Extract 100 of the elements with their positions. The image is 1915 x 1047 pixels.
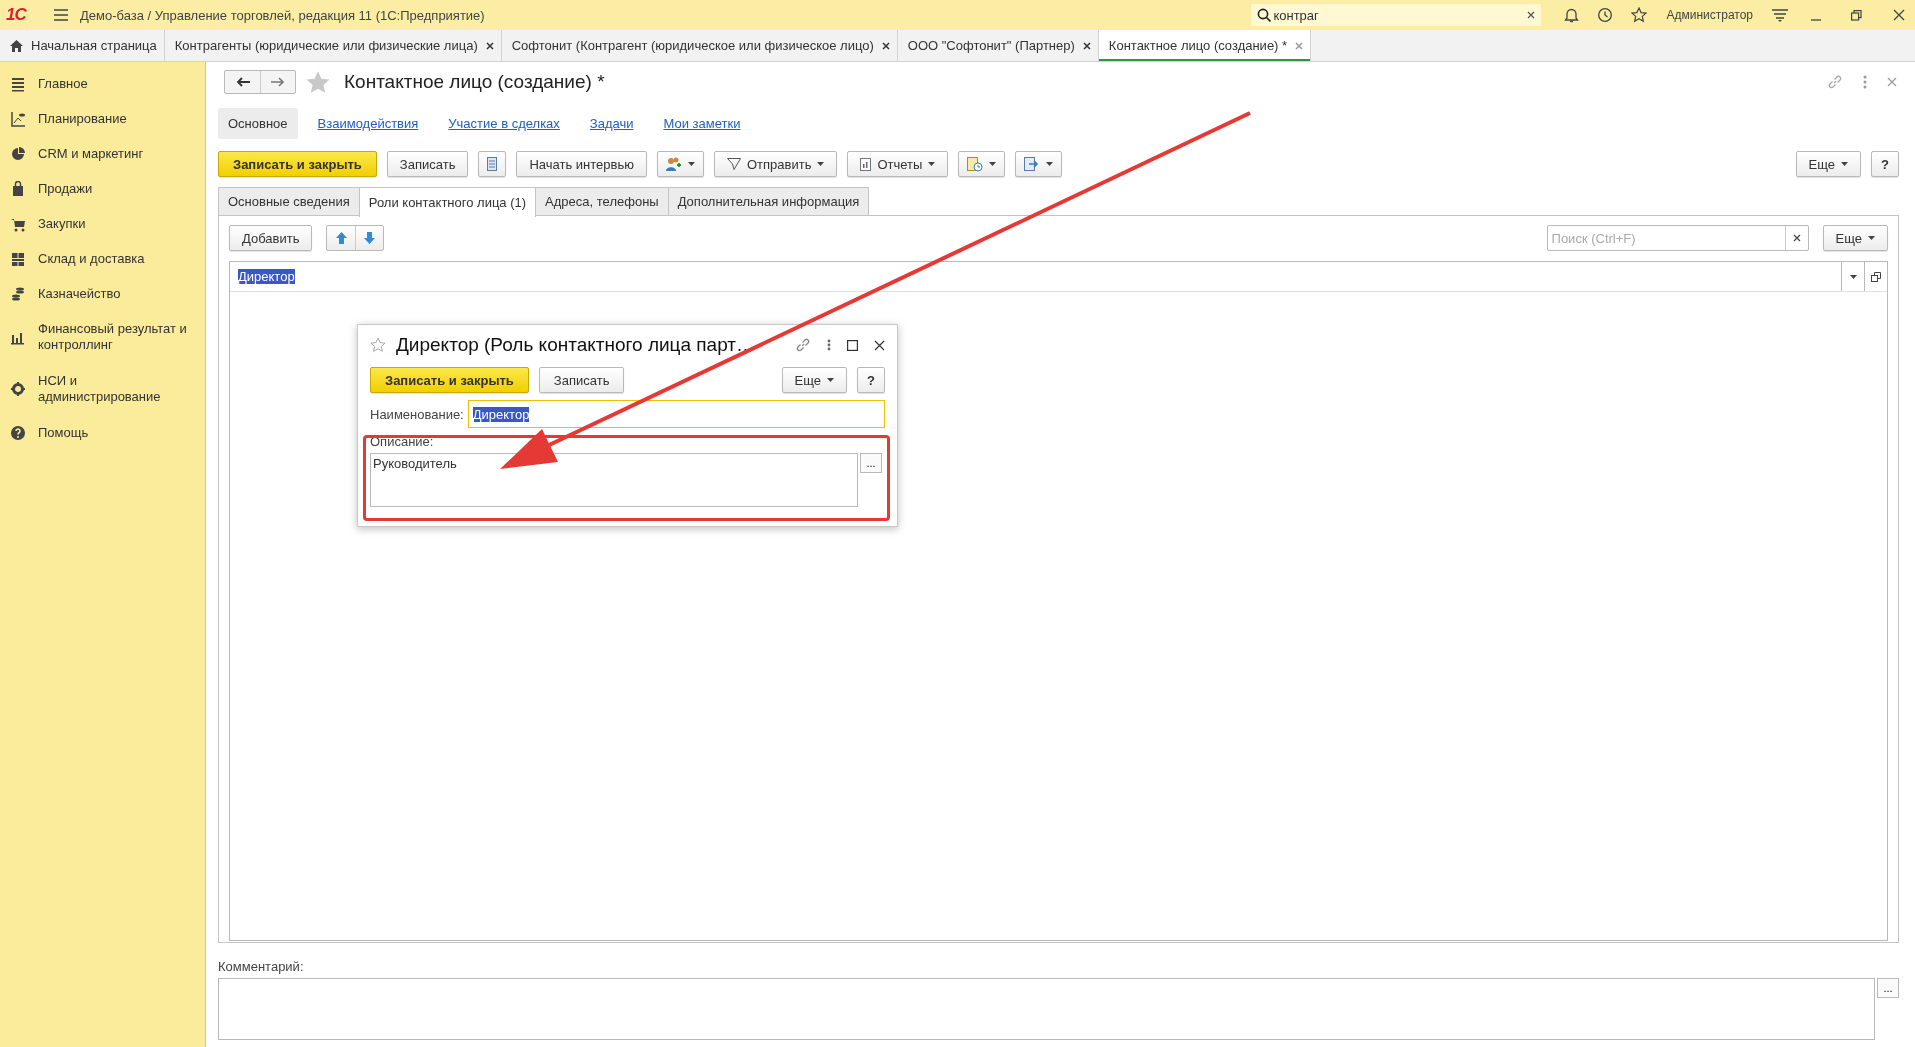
- star-icon[interactable]: [1631, 7, 1648, 23]
- more-icon[interactable]: [827, 339, 831, 351]
- close-icon[interactable]: [881, 41, 890, 50]
- maximize-icon[interactable]: [847, 339, 858, 351]
- form-tab[interactable]: Дополнительная информация: [667, 187, 870, 215]
- save-button[interactable]: Записать: [538, 367, 625, 393]
- link-icon[interactable]: [1827, 74, 1843, 90]
- caret-icon: [827, 378, 835, 382]
- restore-icon[interactable]: [1851, 9, 1862, 21]
- sidebar-item[interactable]: Планирование: [0, 101, 205, 136]
- toolbar-button[interactable]: Записать: [386, 151, 469, 177]
- window-title: Демо-база / Управление торговлей, редакция 11 (1С:Предприятие): [80, 7, 486, 23]
- ellipsis-button[interactable]: ...: [860, 453, 882, 473]
- name-label: Наименование:: [370, 406, 464, 422]
- caret-icon: [817, 162, 825, 166]
- menu-button[interactable]: Отправить: [713, 151, 838, 177]
- description-field[interactable]: Руководитель: [370, 453, 858, 507]
- more-button[interactable]: Еще: [1795, 151, 1862, 177]
- comment-field[interactable]: [218, 978, 1875, 1040]
- open-tab[interactable]: ООО "Софтонит" (Партнер): [897, 30, 1099, 61]
- open-tab[interactable]: Софтонит (Контрагент (юридическое или физическое лицо): [501, 30, 898, 61]
- sidebar-item[interactable]: Помощь: [0, 415, 205, 450]
- menu-icon: [12, 77, 24, 91]
- filter-menu-icon[interactable]: [1772, 8, 1788, 22]
- bell-icon[interactable]: [1564, 7, 1580, 23]
- nav-link[interactable]: Задачи: [579, 107, 644, 139]
- nav-link[interactable]: Участие в сделках: [438, 107, 570, 139]
- sidebar-item[interactable]: Склад и доставка: [0, 241, 205, 276]
- description-label: Описание:: [370, 434, 434, 449]
- table-cell[interactable]: Директор: [230, 262, 1841, 291]
- document-clock-icon: [967, 156, 984, 172]
- paper-plane-icon: [726, 158, 741, 170]
- caret-icon: [1841, 162, 1849, 166]
- coins-icon: [12, 286, 24, 301]
- list-button[interactable]: [478, 151, 507, 177]
- menu-icon[interactable]: [54, 9, 68, 21]
- search-icon: [1257, 8, 1272, 22]
- export-icon: [1024, 156, 1041, 172]
- caret-icon: [928, 162, 936, 166]
- save-and-close-button[interactable]: Записать и закрыть: [370, 367, 529, 393]
- search-field[interactable]: контраг: [1251, 4, 1542, 26]
- sidebar-item[interactable]: Продажи: [0, 171, 205, 206]
- ellipsis-button[interactable]: ...: [1877, 978, 1899, 998]
- form-tab[interactable]: Роли контактного лица (1): [358, 187, 537, 217]
- star-icon[interactable]: [306, 70, 330, 94]
- comment-label: Комментарий:: [218, 959, 304, 974]
- menu-button[interactable]: [958, 151, 1006, 177]
- save-and-close-button[interactable]: Записать и закрыть: [218, 151, 377, 177]
- name-field[interactable]: Директор: [467, 400, 885, 428]
- sidebar-item[interactable]: Финансовый результат и контроллинг: [0, 311, 205, 363]
- back-arrow-icon: [235, 77, 250, 87]
- up-arrow-icon: [335, 232, 347, 244]
- more-button[interactable]: Еще: [1822, 225, 1888, 251]
- nav-link[interactable]: Взаимодействия: [307, 107, 429, 139]
- open-tab[interactable]: Начальная страница: [0, 30, 165, 61]
- dialog-title: Директор (Роль контактного лица парт…: [396, 334, 757, 356]
- bar-chart-icon: [11, 333, 24, 345]
- menu-button[interactable]: [1015, 151, 1063, 177]
- toolbar-button[interactable]: Начать интервью: [516, 151, 647, 177]
- clear-icon[interactable]: [1527, 11, 1536, 19]
- caret-icon: [1849, 274, 1857, 279]
- more-button[interactable]: Еще: [781, 367, 848, 393]
- sidebar-item[interactable]: Главное: [0, 66, 205, 101]
- user-name[interactable]: Администратор: [1666, 8, 1753, 22]
- nav-link[interactable]: Основное: [218, 107, 298, 139]
- close-icon[interactable]: [1082, 41, 1091, 50]
- nav-link[interactable]: Мои заметки: [653, 107, 751, 139]
- link-icon[interactable]: [795, 337, 811, 353]
- sidebar-item[interactable]: Закупки: [0, 206, 205, 241]
- caret-icon: [1868, 236, 1875, 240]
- help-icon: [11, 425, 25, 440]
- help-button[interactable]: ?: [1871, 151, 1899, 177]
- chart-icon: [11, 110, 26, 127]
- open-window-icon: [1871, 271, 1881, 282]
- open-tab[interactable]: Контактное лицо (создание) *: [1098, 30, 1312, 61]
- history-icon[interactable]: [1597, 7, 1614, 23]
- close-icon[interactable]: [1893, 9, 1905, 21]
- logo[interactable]: 1С: [6, 5, 40, 25]
- add-button[interactable]: Добавить: [229, 225, 313, 251]
- sidebar-item[interactable]: CRM и маркетинг: [0, 136, 205, 171]
- menu-button[interactable]: [656, 151, 704, 177]
- menu-button[interactable]: Отчеты: [847, 151, 949, 177]
- close-icon[interactable]: [485, 41, 494, 50]
- grid-icon: [12, 252, 24, 266]
- cart-icon: [11, 218, 25, 231]
- help-button[interactable]: ?: [857, 367, 885, 393]
- sidebar-item[interactable]: Казначейство: [0, 276, 205, 311]
- people-icon: [665, 157, 682, 171]
- close-icon[interactable]: [874, 339, 885, 351]
- form-title: Контактное лицо (создание) *: [344, 71, 605, 93]
- open-tab[interactable]: Контрагенты (юридические или физические лица): [164, 30, 502, 61]
- form-tab[interactable]: Адреса, телефоны: [535, 187, 669, 215]
- report-icon: [860, 157, 872, 171]
- home-icon: [10, 39, 23, 52]
- more-icon[interactable]: [1863, 75, 1867, 89]
- caret-icon: [989, 162, 997, 166]
- sidebar-item[interactable]: НСИ и администрирование: [0, 363, 205, 415]
- form-tab[interactable]: Основные сведения: [218, 187, 360, 215]
- star-icon[interactable]: [370, 337, 386, 353]
- caret-icon: [687, 162, 695, 166]
